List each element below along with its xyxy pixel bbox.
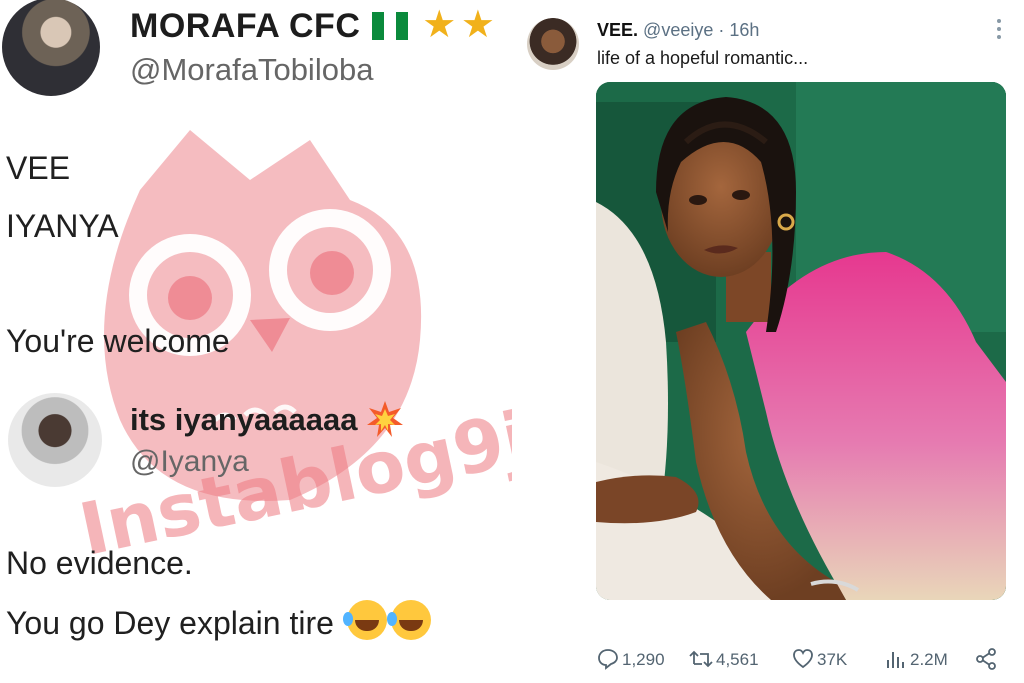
retweet-button[interactable]: 4,561: [689, 648, 759, 670]
quoted-name: its iyanyaaaaaa: [130, 402, 358, 437]
quoted-line-2: You go Dey explain tire: [6, 605, 334, 641]
post-line-3: You're welcome: [6, 323, 230, 359]
heart-icon: [793, 649, 813, 669]
author-handle[interactable]: @MorafaTobiloba: [130, 52, 373, 88]
like-button[interactable]: 37K: [792, 648, 847, 670]
nigeria-flag-icon: [372, 12, 409, 40]
author-avatar[interactable]: [527, 18, 579, 70]
left-post-screenshot: MORAFA CFC ★ ★ @MorafaTobiloba VEE IYANYA…: [0, 0, 512, 683]
quoted-line-1: No evidence.: [6, 545, 193, 581]
laughing-emoji-icon: [342, 600, 387, 640]
reply-icon: [598, 649, 618, 670]
reply-button[interactable]: 1,290: [597, 648, 665, 670]
post-line-2: IYANYA: [6, 208, 119, 244]
retweet-count: 4,561: [716, 650, 759, 669]
author-name-row[interactable]: MORAFA CFC ★ ★: [130, 2, 495, 47]
post-text: life of a hopeful romantic...: [597, 48, 809, 68]
author-handle[interactable]: @veeiye: [643, 20, 713, 40]
share-button[interactable]: [975, 648, 1000, 670]
separator-dot: ·: [718, 20, 725, 40]
star-icon: ★: [460, 4, 496, 46]
share-icon: [976, 648, 996, 670]
post-header: VEE. @veeiye · 16h: [597, 20, 759, 41]
like-count: 37K: [817, 650, 848, 669]
post-photo[interactable]: [596, 82, 1006, 600]
quoted-avatar[interactable]: [8, 393, 102, 487]
action-bar: 1,290 4,561 37K 2.2M: [597, 648, 997, 674]
post-line-1: VEE: [6, 150, 71, 186]
quoted-line-2-row: You go Dey explain tire: [6, 600, 431, 642]
more-icon[interactable]: [996, 18, 1002, 40]
views-icon: [887, 652, 904, 668]
right-post-screenshot: VEE. @veeiye · 16h life of a hopeful rom…: [512, 0, 1024, 683]
retweet-icon: [689, 650, 713, 668]
author-avatar[interactable]: [2, 0, 100, 96]
star-icon: ★: [422, 4, 457, 46]
laughing-emoji-icon: [386, 600, 431, 640]
post-time[interactable]: 16h: [729, 20, 759, 40]
views-count: 2.2M: [910, 650, 948, 669]
author-name[interactable]: VEE.: [597, 20, 638, 40]
views-button[interactable]: 2.2M: [885, 648, 948, 670]
author-name: MORAFA CFC: [130, 7, 361, 45]
reply-count: 1,290: [622, 650, 665, 669]
